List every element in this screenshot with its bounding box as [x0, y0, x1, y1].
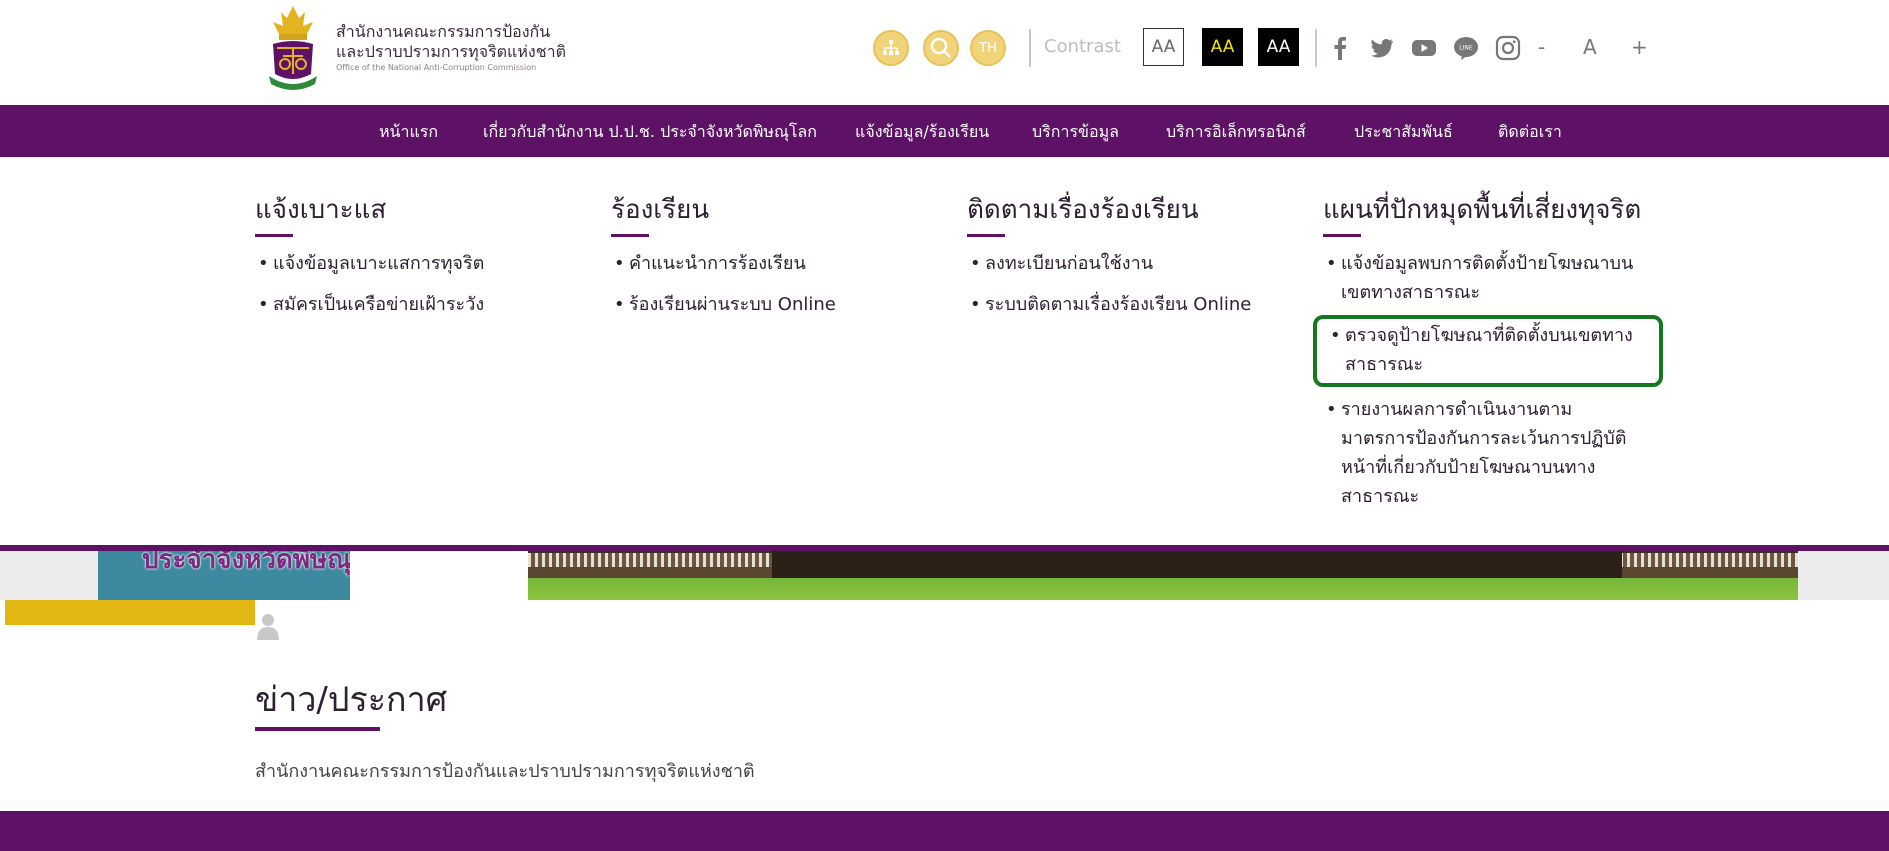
menu-link[interactable]: ร้องเรียนผ่านระบบ Online [611, 290, 941, 319]
main-nav: หน้าแรก เกี่ยวกับสำนักงาน ป.ป.ช. ประจำจั… [0, 105, 1889, 157]
news-section-title: ข่าว/ประกาศ [255, 680, 448, 720]
mega-menu-column-risk-map: แผนที่ปักหมุดพื้นที่เสี่ยงทุจริต แจ้งข้อ… [1313, 192, 1663, 523]
menu-link[interactable]: ลงทะเบียนก่อนใช้งาน [967, 249, 1297, 278]
title-underline [1323, 234, 1361, 237]
facebook-link[interactable] [1325, 33, 1355, 63]
language-label: TH [979, 40, 997, 56]
title-underline [967, 234, 1005, 237]
news-title-underline [255, 727, 380, 731]
menu-link[interactable]: ระบบติดตามเรื่องร้องเรียน Online [967, 290, 1297, 319]
contrast-label: Contrast [1044, 36, 1121, 57]
user-icon [257, 614, 279, 640]
banner-building [772, 551, 1622, 578]
nav-item-report-complaint[interactable]: แจ้งข้อมูล/ร้องเรียน [855, 120, 989, 145]
gold-accent-bar [5, 600, 255, 625]
nav-item-public-relations[interactable]: ประชาสัมพันธ์ [1354, 120, 1453, 145]
column-title: ติดตามเรื่องร้องเรียน [967, 195, 1199, 225]
top-bar: สำนักงานคณะกรรมการป้องกัน และปราบปรามการ… [0, 0, 1889, 105]
contrast-yellow-black-button[interactable]: AA [1202, 28, 1243, 66]
twitter-icon [1371, 39, 1393, 58]
title-underline [611, 234, 649, 237]
youtube-icon [1412, 40, 1436, 56]
mega-menu-column-track-complaint: ติดตามเรื่องร้องเรียน ลงทะเบียนก่อนใช้งา… [967, 192, 1297, 331]
nav-item-about[interactable]: เกี่ยวกับสำนักงาน ป.ป.ช. ประจำจังหวัดพิษ… [483, 120, 817, 145]
sitemap-button[interactable] [873, 30, 909, 66]
twitter-link[interactable] [1367, 33, 1397, 63]
banner-photo [528, 551, 1798, 600]
nav-item-information-service[interactable]: บริการข้อมูล [1032, 120, 1119, 145]
sitemap-icon [883, 40, 899, 55]
mega-menu-column-complaint: ร้องเรียน คำแนะนำการร้องเรียน ร้องเรียนผ… [611, 192, 941, 331]
menu-link-highlighted[interactable]: ตรวจดูป้ายโฆษณาที่ติดตั้งบนเขตทางสาธารณะ [1313, 315, 1663, 387]
menu-link[interactable]: รายงานผลการดำเนินงานตามมาตรการป้องกันการ… [1323, 395, 1643, 511]
news-section-subtitle: สำนักงานคณะกรรมการป้องกันและปราบปรามการท… [255, 761, 755, 782]
divider [1315, 29, 1317, 67]
contrast-normal-button[interactable]: AA [1143, 28, 1184, 66]
svg-text:LINE: LINE [1459, 45, 1473, 52]
menu-link[interactable]: แจ้งข้อมูลพบการติดตั้งป้ายโฆษณาบนเขตทางส… [1323, 249, 1643, 307]
org-name: สำนักงานคณะกรรมการป้องกัน และปราบปรามการ… [336, 22, 566, 74]
banner-text: ประจำจังหวัดพิษณุโลก [142, 551, 350, 575]
nav-item-contact[interactable]: ติดต่อเรา [1498, 120, 1562, 145]
language-button[interactable]: TH [970, 30, 1006, 66]
divider [1029, 29, 1031, 67]
instagram-link[interactable] [1493, 33, 1523, 63]
facebook-icon [1334, 37, 1346, 60]
instagram-icon [1495, 35, 1521, 61]
menu-link[interactable]: แจ้งข้อมูลเบาะแสการทุจริต [255, 249, 585, 278]
banner-title-panel: ประจำจังหวัดพิษณุโลก [98, 551, 350, 600]
column-title: ร้องเรียน [611, 195, 710, 225]
column-title: แผนที่ปักหมุดพื้นที่เสี่ยงทุจริต [1323, 195, 1642, 225]
line-icon: LINE [1454, 37, 1478, 60]
title-underline [255, 234, 293, 237]
column-title: แจ้งเบาะแส [255, 195, 387, 225]
font-increase-button[interactable]: + [1631, 35, 1648, 59]
banner-gap [350, 551, 528, 600]
menu-link[interactable]: คำแนะนำการร้องเรียน [611, 249, 941, 278]
nacc-logo[interactable] [263, 4, 323, 92]
line-link[interactable]: LINE [1451, 33, 1481, 63]
org-name-en: Office of the National Anti-Corruption C… [336, 63, 537, 72]
search-button[interactable] [923, 30, 959, 66]
hero-banner: ประจำจังหวัดพิษณุโลก [0, 551, 1889, 600]
font-decrease-button[interactable]: - [1538, 35, 1545, 59]
footer-bar [0, 811, 1889, 851]
org-name-th-line1: สำนักงานคณะกรรมการป้องกัน [336, 22, 551, 41]
contrast-white-black-button[interactable]: AA [1258, 28, 1299, 66]
nav-item-e-service[interactable]: บริการอิเล็กทรอนิกส์ [1166, 120, 1306, 145]
mega-menu-column-whistleblow: แจ้งเบาะแส แจ้งข้อมูลเบาะแสการทุจริต สมั… [255, 192, 585, 331]
search-icon [930, 37, 951, 58]
org-name-th-line2: และปราบปรามการทุจริตแห่งชาติ [336, 42, 566, 61]
mega-menu: แจ้งเบาะแส แจ้งข้อมูลเบาะแสการทุจริต สมั… [0, 157, 1889, 545]
menu-link[interactable]: สมัครเป็นเครือข่ายเฝ้าระวัง [255, 290, 585, 319]
youtube-link[interactable] [1409, 33, 1439, 63]
font-reset-button[interactable]: A [1583, 35, 1597, 59]
nav-item-home[interactable]: หน้าแรก [379, 120, 438, 145]
